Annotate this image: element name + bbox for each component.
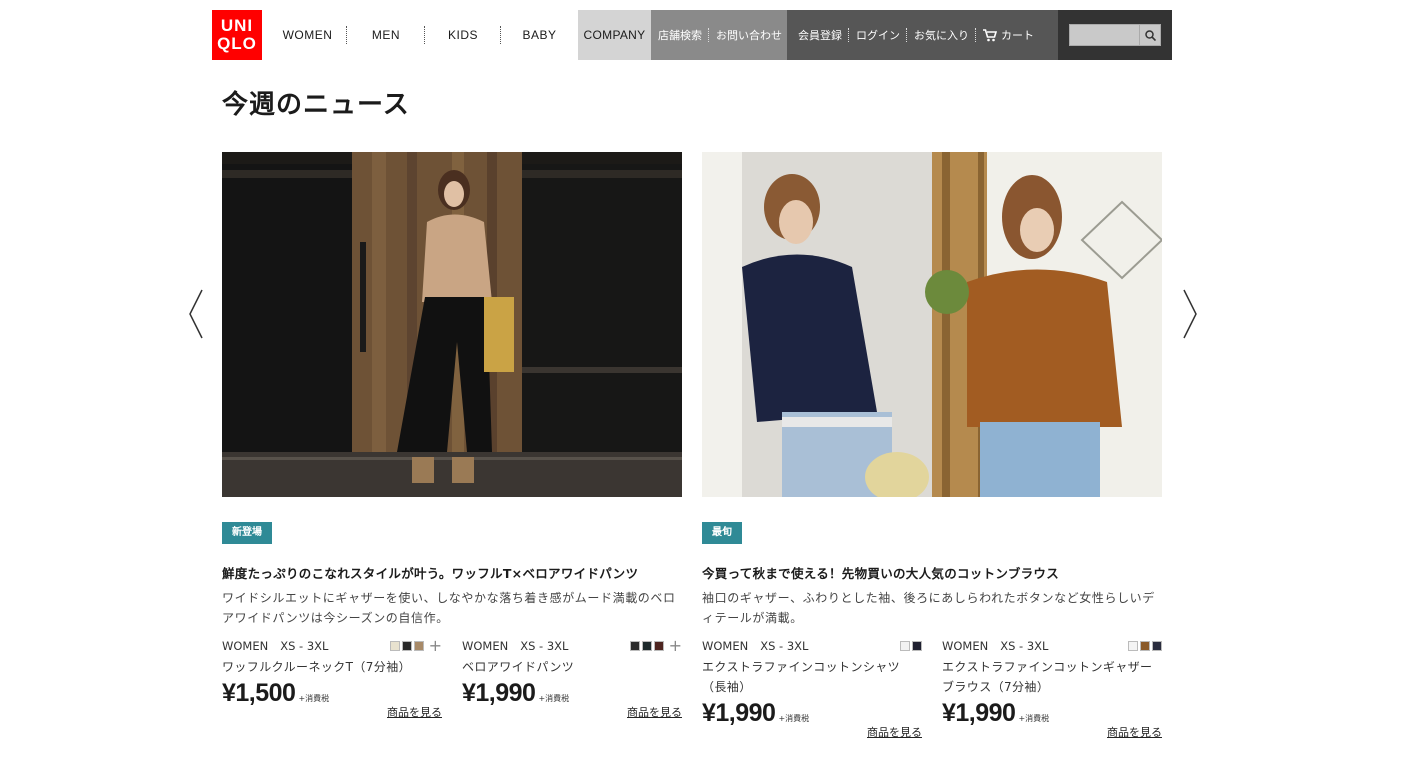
color-swatch[interactable] xyxy=(1152,641,1162,651)
more-colors-icon[interactable]: + xyxy=(429,638,442,654)
product-sizes: XS - 3XL xyxy=(280,639,329,653)
product-gender: WOMEN xyxy=(702,639,749,653)
product-sizes: XS - 3XL xyxy=(760,639,809,653)
news-card: 最旬 今買って秋まで使える！先物買いの大人気のコットンブラウス 袖口のギャザー、… xyxy=(702,152,1162,739)
news-headline[interactable]: 今買って秋まで使える！先物買いの大人気のコットンブラウス xyxy=(702,566,1162,582)
product-name[interactable]: エクストラファインコットンギャザーブラウス（7分袖） xyxy=(942,657,1162,697)
view-product-link[interactable]: 商品を見る xyxy=(1107,724,1162,740)
register-link[interactable]: 会員登録 xyxy=(787,26,849,44)
product-price: ¥1,990 xyxy=(702,699,776,727)
color-swatch[interactable] xyxy=(629,641,640,651)
color-swatch[interactable] xyxy=(641,641,652,651)
news-description: 袖口のギャザー、ふわりとした袖、後ろにあしらわれたボタンなど女性らしいディテール… xyxy=(702,591,1155,625)
logo-line-2: QLO xyxy=(217,34,257,53)
site-header: UNI QLO WOMEN MEN KIDS BABY COMPANY 店舗検索… xyxy=(212,10,1172,60)
nav-women[interactable]: WOMEN xyxy=(268,10,347,60)
cart-label: カート xyxy=(1001,29,1034,42)
news-photo-cotton-blouse[interactable] xyxy=(702,152,1162,497)
tax-note: +消費税 xyxy=(778,714,810,723)
color-swatch[interactable] xyxy=(389,641,400,651)
search-input[interactable] xyxy=(1069,24,1139,46)
product-gender: WOMEN xyxy=(222,639,269,653)
uniqlo-logo[interactable]: UNI QLO xyxy=(212,10,262,60)
category-nav: WOMEN MEN KIDS BABY xyxy=(268,10,578,60)
product-name[interactable]: ワッフルクルーネックT（7分袖） xyxy=(222,657,442,677)
page: UNI QLO WOMEN MEN KIDS BABY COMPANY 店舗検索… xyxy=(0,0,1401,781)
chevron-left-icon xyxy=(189,289,203,339)
product-price: ¥1,990 xyxy=(462,679,536,707)
tax-note: +消費税 xyxy=(538,694,570,703)
product-gender: WOMEN xyxy=(942,639,989,653)
carousel-prev-button[interactable] xyxy=(186,288,206,340)
color-swatches xyxy=(1128,641,1162,651)
color-swatch[interactable] xyxy=(401,641,412,651)
news-photo-wideleg-outfit[interactable] xyxy=(222,152,682,497)
nav-men[interactable]: MEN xyxy=(347,10,425,60)
news-card: 新登場 鮮度たっぷりのこなれスタイルが叶う。ワッフルT×ベロアワイドパンツ ワイ… xyxy=(222,152,682,720)
favorites-link[interactable]: お気に入り xyxy=(907,26,976,44)
more-colors-icon[interactable]: + xyxy=(669,638,682,654)
product-sizes: XS - 3XL xyxy=(1000,639,1049,653)
product-item: WOMEN XS - 3XL エクストラファインコットンシャツ（長袖） ¥1,99… xyxy=(702,638,922,739)
product-item: WOMEN XS - 3XL + ベロアワイドパンツ ¥1,990 +消費税 商品… xyxy=(462,638,682,720)
view-product-link[interactable]: 商品を見る xyxy=(867,724,922,740)
nav-baby[interactable]: BABY xyxy=(501,10,578,60)
product-name[interactable]: ベロアワイドパンツ xyxy=(462,657,682,677)
carousel-next-button[interactable] xyxy=(1180,288,1200,340)
color-swatch[interactable] xyxy=(912,641,922,651)
product-sizes: XS - 3XL xyxy=(520,639,569,653)
color-swatch[interactable] xyxy=(900,641,910,651)
nav-kids[interactable]: KIDS xyxy=(425,10,501,60)
color-swatch[interactable] xyxy=(1140,641,1150,651)
product-item: WOMEN XS - 3XL エクストラファインコットンギャザーブラウス（7分袖）… xyxy=(942,638,1162,739)
cart-link[interactable]: カート xyxy=(976,26,1041,44)
page-title: 今週のニュース xyxy=(222,90,410,120)
product-list: WOMEN XS - 3XL + ワッフルクルーネックT（7分袖） ¥1,500 … xyxy=(222,638,682,720)
product-list: WOMEN XS - 3XL エクストラファインコットンシャツ（長袖） ¥1,99… xyxy=(702,638,1162,739)
tax-note: +消費税 xyxy=(298,694,330,703)
cart-icon xyxy=(983,28,997,42)
color-swatch[interactable] xyxy=(653,641,664,651)
product-price: ¥1,500 xyxy=(222,679,296,707)
store-search-link[interactable]: 店舗検索 xyxy=(651,26,709,44)
product-price: ¥1,990 xyxy=(942,699,1016,727)
search-button[interactable] xyxy=(1139,24,1161,46)
view-product-link[interactable]: 商品を見る xyxy=(627,704,682,720)
utility-links-grey: 店舗検索 お問い合わせ xyxy=(651,10,787,60)
search-icon xyxy=(1144,29,1156,41)
news-headline[interactable]: 鮮度たっぷりのこなれスタイルが叶う。ワッフルT×ベロアワイドパンツ xyxy=(222,566,682,582)
color-swatches xyxy=(900,641,922,651)
chevron-right-icon xyxy=(1183,289,1197,339)
login-link[interactable]: ログイン xyxy=(849,26,907,44)
view-product-link[interactable]: 商品を見る xyxy=(387,704,442,720)
nav-company[interactable]: COMPANY xyxy=(578,10,651,60)
color-swatches: + xyxy=(629,638,682,654)
contact-link[interactable]: お問い合わせ xyxy=(709,26,789,44)
product-name[interactable]: エクストラファインコットンシャツ（長袖） xyxy=(702,657,922,697)
search-area xyxy=(1058,10,1172,60)
utility-links-dark: 会員登録 ログイン お気に入り カート xyxy=(787,10,1058,60)
color-swatches: + xyxy=(389,638,442,654)
status-badge-new: 新登場 xyxy=(222,522,272,544)
news-description: ワイドシルエットにギャザーを使い、しなやかな落ち着き感がムード満載のベロアワイド… xyxy=(222,591,676,625)
logo-line-1: UNI xyxy=(220,16,254,35)
color-swatch[interactable] xyxy=(1128,641,1138,651)
product-gender: WOMEN xyxy=(462,639,509,653)
status-badge-trending: 最旬 xyxy=(702,522,742,544)
tax-note: +消費税 xyxy=(1018,714,1050,723)
color-swatch[interactable] xyxy=(413,641,424,651)
product-item: WOMEN XS - 3XL + ワッフルクルーネックT（7分袖） ¥1,500 … xyxy=(222,638,442,720)
